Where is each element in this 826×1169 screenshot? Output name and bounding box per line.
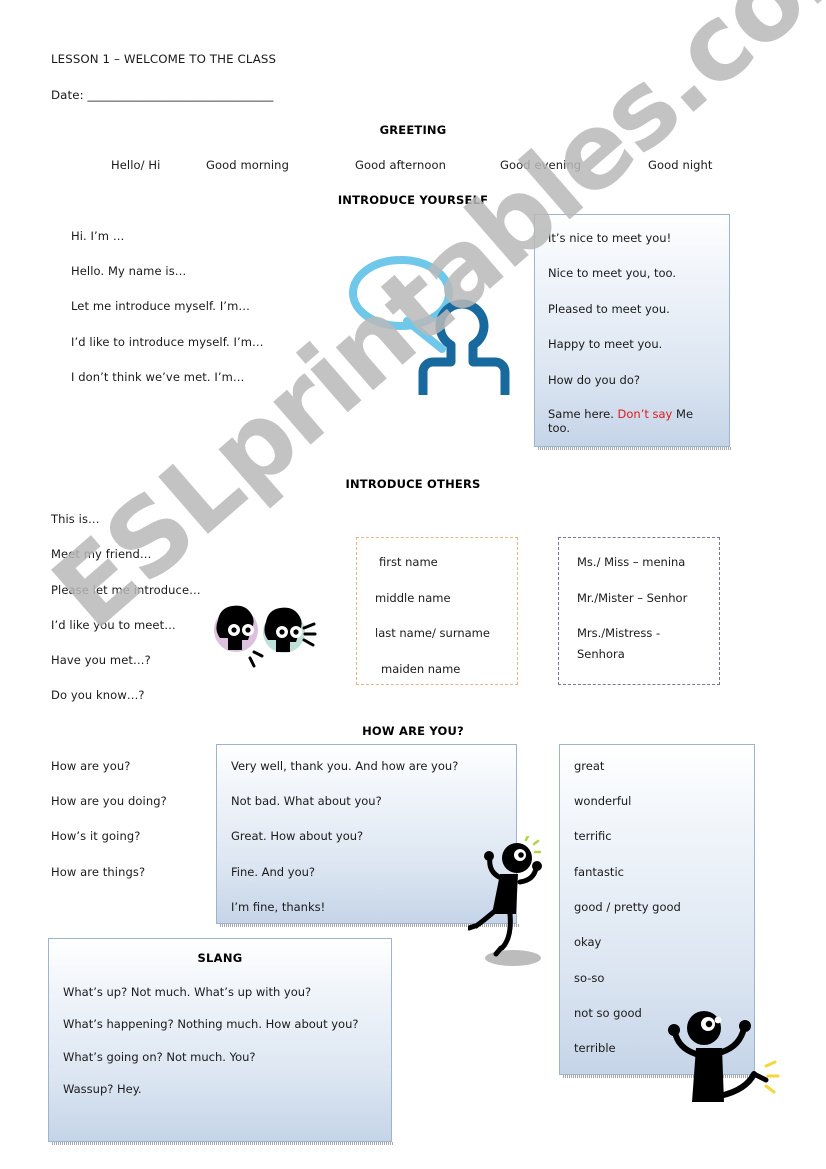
name-part-item: last name/ surname [375, 626, 490, 640]
feeling-word: terrific [574, 829, 612, 843]
how-are-you-question: How are you? [51, 759, 131, 773]
greeting-item: Hello/ Hi [111, 158, 161, 172]
slang-heading: SLANG [197, 951, 243, 965]
introduce-others-phrase: Meet my friend… [51, 547, 152, 561]
stick-figure-jumping-icon [466, 834, 558, 971]
name-part-item: middle name [375, 591, 451, 605]
section-heading-introduce-others: INTRODUCE OTHERS [345, 477, 481, 491]
slang-phrase: What’s happening? Nothing much. How abou… [63, 1017, 359, 1031]
meeting-phrase: Happy to meet you. [548, 337, 663, 351]
feeling-word: wonderful [574, 794, 632, 808]
section-heading-greeting: GREETING [379, 123, 447, 137]
introduce-yourself-phrase: I’d like to introduce myself. I’m… [71, 335, 264, 349]
meeting-phrase: Pleased to meet you. [548, 302, 670, 316]
introduce-others-phrase: Please let me introduce… [51, 583, 201, 597]
title-item: Ms./ Miss – menina [577, 555, 686, 569]
slang-phrase: Wassup? Hey. [63, 1082, 142, 1096]
dont-say-emphasis: Don’t say [617, 407, 673, 421]
title-item: Senhora [577, 647, 625, 661]
slang-phrase: What’s up? Not much. What’s up with you? [63, 985, 312, 999]
feeling-word: great [574, 759, 605, 773]
title-item: Mr./Mister – Senhor [577, 591, 688, 605]
introduce-yourself-phrase: I don’t think we’ve met. I’m… [71, 370, 245, 384]
dont-say-prefix: Same here. [548, 407, 618, 421]
introduce-yourself-phrase: Hello. My name is… [71, 264, 187, 278]
how-are-you-answer: Fine. And you? [231, 865, 315, 879]
name-parts-box: first name middle name last name/ surname m… [356, 537, 518, 685]
introduce-others-phrase: I’d like you to meet… [51, 618, 176, 632]
meeting-phrase: It’s nice to meet you! [548, 231, 672, 245]
worksheet-page: ESLprintables.com LESSON 1 – WELCOME TO … [0, 0, 826, 1169]
feeling-word: good / pretty good [574, 900, 681, 914]
title-item: Mrs./Mistress - [577, 626, 661, 640]
section-heading-how-are-you: HOW ARE YOU? [362, 724, 464, 738]
feeling-word: fantastic [574, 865, 624, 879]
how-are-you-question: How’s it going? [51, 829, 141, 843]
name-part-item: maiden name [381, 662, 461, 676]
slang-phrase: What’s going on? Not much. You? [63, 1050, 256, 1064]
stick-figure-cheering-icon [662, 1004, 780, 1116]
speech-bubble-person-icon [345, 245, 515, 415]
how-are-you-question: How are you doing? [51, 794, 167, 808]
two-talking-faces-icon [200, 598, 320, 676]
page-title: LESSON 1 – WELCOME TO THE CLASS [51, 52, 277, 66]
how-are-you-answer: Great. How about you? [231, 829, 364, 843]
greeting-item: Good morning [206, 158, 289, 172]
name-part-item: first name [379, 555, 438, 569]
how-are-you-answer: Very well, thank you. And how are you? [231, 759, 459, 773]
titles-box: Ms./ Miss – menina Mr./Mister – Senhor Mrs… [558, 537, 720, 685]
meeting-phrase: Nice to meet you, too. [548, 266, 677, 280]
feeling-word: so-so [574, 971, 605, 985]
date-field-label: Date: _______________________________ [51, 88, 274, 102]
introduce-others-phrase: Have you met…? [51, 653, 151, 667]
dont-say-note: Same here. Don’t say Me too. [548, 407, 718, 435]
introduce-others-phrase: This is… [51, 512, 100, 526]
meeting-phrases-box: It’s nice to meet you! Nice to meet you, … [534, 214, 732, 450]
how-are-you-answer: Not bad. What about you? [231, 794, 382, 808]
feeling-word: okay [574, 935, 602, 949]
introduce-yourself-phrase: Let me introduce myself. I’m… [71, 299, 250, 313]
section-heading-introduce-yourself: INTRODUCE YOURSELF [337, 193, 489, 207]
meeting-phrase: How do you do? [548, 373, 640, 387]
how-are-you-answer: I’m fine, thanks! [231, 900, 326, 914]
introduce-yourself-phrase: Hi. I’m … [71, 229, 125, 243]
how-are-you-question: How are things? [51, 865, 146, 879]
greeting-item: Good evening [500, 158, 582, 172]
slang-box: SLANG What’s up? Not much. What’s up wit… [48, 938, 394, 1145]
introduce-others-phrase: Do you know…? [51, 688, 145, 702]
greeting-item: Good afternoon [355, 158, 446, 172]
feeling-word: terrible [574, 1041, 616, 1055]
greeting-item: Good night [648, 158, 713, 172]
feeling-word: not so good [574, 1006, 642, 1020]
